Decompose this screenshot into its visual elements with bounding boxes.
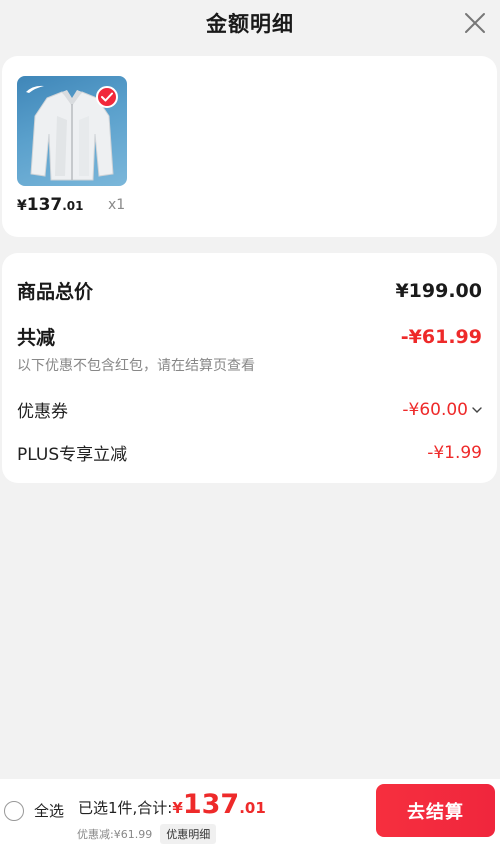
plus-discount-value: -¥1.99	[427, 442, 482, 463]
total-reduce-value: -¥61.99	[400, 325, 482, 348]
total-price-label: 商品总价	[17, 281, 94, 303]
select-all-radio[interactable]	[4, 800, 24, 821]
sum-decimal: .01	[239, 799, 266, 817]
price-decimal: .01	[62, 199, 84, 213]
selected-count-text: 已选1件,合计:	[78, 799, 173, 817]
total-price-row: 商品总价 ¥199.00	[17, 277, 482, 304]
plus-discount-row: PLUS专享立减 -¥1.99	[17, 440, 482, 466]
checkout-button[interactable]: 去结算	[376, 784, 495, 837]
sum-integer: 137	[182, 789, 240, 820]
bottom-checkout-bar: 全选 已选1件,合计: ¥ 137 .01 优惠减:¥61.99 优惠明细 去结…	[0, 779, 500, 849]
check-icon	[101, 92, 113, 102]
select-all-label: 全选	[34, 802, 65, 820]
close-button[interactable]	[462, 10, 488, 36]
chevron-down-icon	[472, 406, 482, 413]
product-quantity: x1	[108, 197, 126, 213]
plus-discount-label: PLUS专享立减	[17, 445, 128, 465]
discount-detail-button[interactable]: 优惠明细	[160, 824, 217, 844]
total-price-value: ¥199.00	[395, 279, 482, 302]
amount-detail-page: 金额明细 ¥ 137 .01 x1 商品总价 ¥199.00 共减 -¥61.9…	[0, 0, 500, 849]
price-symbol: ¥	[17, 198, 27, 214]
product-price: ¥ 137 .01	[17, 195, 84, 215]
header: 金额明细	[0, 0, 500, 46]
price-summary-card: 商品总价 ¥199.00 共减 -¥61.99 以下优惠不包含红包，请在结算页查…	[2, 253, 497, 483]
select-all-toggle[interactable]: 全选	[4, 800, 64, 821]
brand-logo	[26, 85, 44, 93]
coupon-amount: -¥60.00	[402, 399, 468, 420]
total-reduce-label: 共减	[17, 327, 56, 349]
discount-line: 优惠减:¥61.99 优惠明细	[77, 824, 217, 844]
price-integer: 137	[26, 195, 63, 215]
close-icon	[465, 13, 485, 33]
page-title: 金额明细	[206, 12, 294, 36]
product-image[interactable]	[17, 76, 127, 186]
coupon-value[interactable]: -¥60.00	[402, 400, 482, 420]
coupon-label: 优惠券	[17, 402, 68, 422]
total-reduce-row: 共减 -¥61.99	[17, 323, 482, 350]
sum-symbol: ¥	[172, 799, 183, 817]
selected-check-button[interactable]	[96, 86, 118, 108]
discount-note: 以下优惠不包含红包，请在结算页查看	[17, 358, 255, 374]
discount-amount-text: 优惠减:¥61.99	[77, 828, 153, 841]
sum-line: 已选1件,合计: ¥ 137 .01	[78, 789, 266, 820]
coupon-row[interactable]: 优惠券 -¥60.00	[17, 397, 482, 422]
